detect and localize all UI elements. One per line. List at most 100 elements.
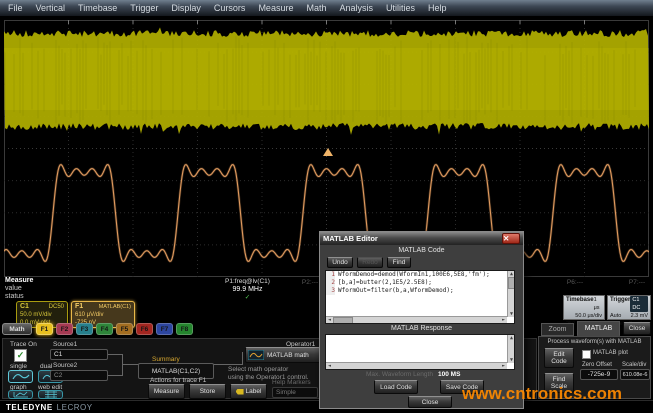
single-fx-icon [12, 372, 30, 381]
tab-f3[interactable]: F3 [76, 323, 93, 335]
tab-f4[interactable]: F4 [96, 323, 113, 335]
measure-row-label: Measure [5, 277, 33, 285]
dual-label: dual [40, 363, 52, 370]
oscilloscope-screen: File Vertical Timebase Trigger Display C… [0, 0, 653, 413]
c1-coupling: DC50 [49, 303, 64, 311]
connector-line [242, 352, 243, 365]
load-code-button[interactable]: Load Code [374, 380, 418, 394]
scroll-right-icon[interactable]: ► [500, 317, 507, 323]
tab-f2[interactable]: F2 [56, 323, 73, 335]
menu-cursors[interactable]: Cursors [214, 3, 246, 13]
label-button[interactable]: Label [230, 384, 267, 399]
menu-bar: File Vertical Timebase Trigger Display C… [0, 0, 653, 17]
code-editor[interactable]: 1WformDemod=demod(WformIn1,100E6,5E8,'fm… [325, 270, 515, 324]
menu-file[interactable]: File [8, 3, 23, 13]
actions-label: Actions for trace F1 [150, 377, 206, 384]
find-button[interactable]: Find [387, 257, 411, 268]
max-wform-value: 100 MS [438, 371, 460, 378]
zero-offset-label: Zero Offset [582, 362, 612, 368]
menu-timebase[interactable]: Timebase [78, 3, 117, 13]
response-area[interactable]: ▲▼ ◄► [325, 334, 515, 370]
trigger-descriptor[interactable]: TriggerC1 DC Auto2.3 mV EdgePositive [607, 295, 651, 320]
connector-line [122, 354, 123, 376]
source2-select[interactable]: C2 [50, 370, 108, 381]
web-edit-icon [43, 391, 59, 398]
measure-p6[interactable]: P6:--- [545, 279, 605, 287]
edit-code-button[interactable]: Edit Code [544, 348, 574, 368]
summary-label: Summary [152, 356, 180, 363]
tab-f7[interactable]: F7 [156, 323, 173, 335]
graph-button[interactable] [8, 390, 33, 399]
matlab-plot-checkbox[interactable] [582, 350, 591, 359]
graph-icon [13, 391, 29, 398]
matlab-plot-label: MATLAB plot [593, 350, 628, 356]
tab-zoom[interactable]: Zoom [541, 323, 574, 336]
code-hscrollbar[interactable]: ◄ ► [326, 316, 507, 323]
dialog-close-icon[interactable]: ✕ [502, 233, 520, 244]
code-line: 3WformOut=filter(b,a,WformDemod); [326, 287, 514, 295]
scale-div-field[interactable]: 610.08e-6 [620, 369, 650, 380]
menu-utilities[interactable]: Utilities [386, 3, 415, 13]
matlab-editor-dialog: MATLAB Editor ✕ MATLAB Code Undo Redo Fi… [319, 231, 524, 409]
max-wform-label: Max. Waveform Length [366, 371, 433, 378]
trace-on-label: Trace On [10, 341, 37, 348]
site-watermark: www.cntronics.com [462, 384, 622, 404]
zero-offset-field[interactable]: -725e-9 [580, 369, 618, 380]
tab-f8[interactable]: F8 [176, 323, 193, 335]
c1-label: C1 [20, 303, 29, 311]
code-line: 2[b,a]=butter(2,1E5/2.5E8); [326, 279, 514, 287]
response-hscrollbar[interactable]: ◄► [326, 362, 507, 369]
help-markers-label: Help Markers [272, 379, 311, 386]
single-label: single [10, 363, 27, 370]
tab-f6[interactable]: F6 [136, 323, 153, 335]
measure-button[interactable]: Measure [148, 384, 185, 399]
store-button[interactable]: Store [189, 384, 226, 399]
f1-function: MATLAB(C1) [99, 303, 131, 311]
trace-on-checkbox[interactable]: ✓ [14, 349, 27, 362]
tab-f5[interactable]: F5 [116, 323, 133, 335]
help-markers-select[interactable]: Simple [272, 387, 318, 398]
matlab-code-header: MATLAB Code [320, 247, 523, 254]
single-function-button[interactable] [8, 370, 33, 383]
p1-value: 99.9 MHz [195, 286, 300, 294]
p1-status: ✓ [195, 294, 300, 302]
menu-help[interactable]: Help [428, 3, 447, 13]
tab-f1[interactable]: F1 [36, 323, 53, 335]
matlab-operator-icon [248, 350, 264, 360]
status-row-label: status [5, 293, 24, 301]
dialog-title-bar[interactable]: MATLAB Editor ✕ [320, 232, 523, 245]
menu-analysis[interactable]: Analysis [339, 3, 373, 13]
menu-display[interactable]: Display [171, 3, 201, 13]
source1-label: Source1 [53, 341, 77, 348]
f1-scale: 610 μV/div [75, 311, 103, 319]
scroll-down-icon[interactable]: ▼ [508, 311, 515, 317]
tab-matlab[interactable]: MATLAB [577, 321, 620, 336]
scroll-left-icon[interactable]: ◄ [326, 317, 333, 323]
menu-vertical[interactable]: Vertical [36, 3, 66, 13]
menu-trigger[interactable]: Trigger [130, 3, 158, 13]
c1-scale: 50.0 mV/div [20, 311, 52, 319]
lecroy-logo: LECROY [57, 403, 93, 412]
measure-p7[interactable]: P7:--- [612, 279, 653, 287]
f1-label: F1 [75, 303, 83, 311]
code-line: 1WformDemod=demod(WformIn1,100E6,5E8,'fm… [326, 271, 514, 279]
web-edit-button[interactable] [38, 390, 63, 399]
connector-line [108, 375, 122, 376]
tab-math[interactable]: Math [2, 323, 32, 335]
menu-math[interactable]: Math [306, 3, 326, 13]
right-close-button[interactable]: Close [623, 322, 651, 335]
matlab-response-header: MATLAB Response [320, 325, 523, 332]
redo-button[interactable]: Redo [357, 257, 383, 268]
response-vscrollbar[interactable]: ▲▼ [507, 335, 514, 363]
timebase-descriptor[interactable]: Timebase1 μs 50.0 μs/div 250 kS500 MS/s [563, 295, 605, 320]
source1-select[interactable]: C1 [50, 349, 108, 360]
code-vscrollbar[interactable]: ▲ ▼ [507, 271, 514, 317]
menu-measure[interactable]: Measure [258, 3, 293, 13]
teledyne-logo: TELEDYNE [6, 403, 53, 412]
dialog-close-button[interactable]: Close [408, 396, 452, 408]
connector-line [108, 354, 122, 355]
scale-div-label: Scale/div [622, 362, 646, 368]
label-tag-icon [236, 389, 244, 395]
source2-label: Source2 [53, 362, 77, 369]
undo-button[interactable]: Undo [327, 257, 353, 268]
